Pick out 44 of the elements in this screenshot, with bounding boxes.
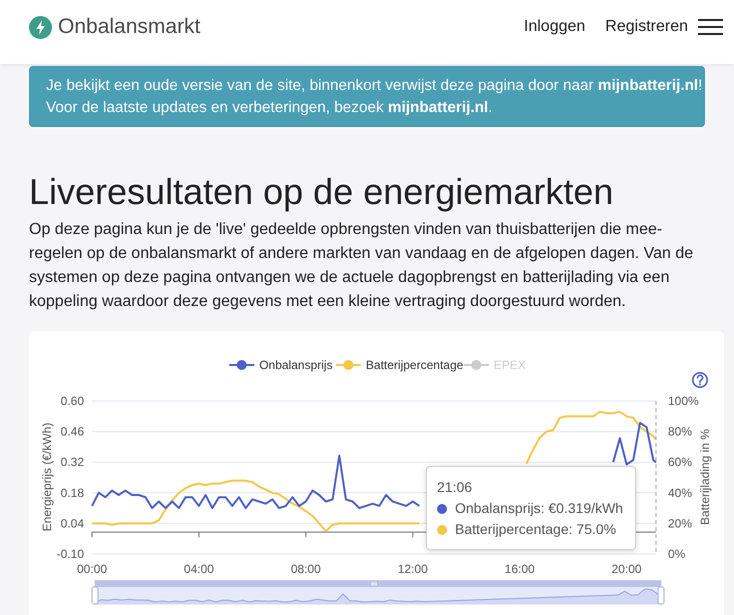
- axis-label: 100%: [668, 394, 699, 408]
- legend-line-icon: [229, 360, 254, 370]
- axis-label: 08:00: [290, 562, 321, 576]
- site-title[interactable]: Onbalansmarkt: [58, 14, 200, 40]
- tooltip-text: Batterijpercentage: 75.0%: [455, 520, 616, 539]
- tooltip-title: 21:06: [437, 478, 474, 497]
- menu-icon[interactable]: [698, 19, 723, 35]
- axis-label: 20:00: [612, 562, 642, 576]
- axis-label: 0.46: [60, 424, 84, 439]
- axis-label: 0%: [668, 547, 686, 561]
- nav-link[interactable]: Inloggen: [524, 17, 586, 37]
- slider-handle[interactable]: [658, 586, 664, 604]
- tooltip-text: Onbalansprijs: €0.319/kWh: [455, 499, 624, 518]
- legend-item[interactable]: Onbalansprijs: [229, 358, 333, 372]
- axis-label: -0.10: [56, 547, 84, 561]
- help-icon[interactable]: [692, 372, 708, 388]
- nav-link[interactable]: Registreren: [605, 17, 688, 37]
- grip-icon: [372, 582, 376, 586]
- intro-text: Op deze pagina kun je de 'live' gedeelde opbrengsten vinden van thuisbatterijen die mee-regelen op de onbalansmarkt of andere markten van vandaag en de afgelopen dagen. Van de systemen op deze pagina ontvangen we de actuele dagopbrengst en batterijlading via een koppeling waardoor deze gegevens met een kleine vertraging doorgestuurd worden.: [29, 220, 694, 312]
- notice-text: Je bekijkt een oude versie van de site, binnenkort verwijst deze pagina door naar mijnbatterij.nl!: [46, 76, 702, 96]
- axis-title: Batterijlading in %: [698, 428, 712, 526]
- axis-label: 0.04: [60, 516, 84, 530]
- axis-title: Energieprijs (€/kWh): [40, 422, 54, 532]
- axis-label: 00:00: [76, 562, 108, 576]
- axis-label: 80%: [668, 424, 692, 439]
- legend-line-icon: [336, 360, 361, 370]
- legend-line-icon: [464, 360, 489, 370]
- legend-label: Batterijpercentage: [366, 358, 464, 372]
- range-slider[interactable]: [92, 580, 664, 604]
- page-heading: Liveresultaten op de energiemarkten: [29, 170, 614, 213]
- notice-text: Voor de laatste updates en verbeteringen, bezoek mijnbatterij.nl.: [46, 98, 492, 118]
- axis-label: 0.32: [60, 455, 84, 470]
- axis-label: 60%: [668, 455, 692, 470]
- legend-item[interactable]: Batterijpercentage: [336, 358, 464, 372]
- axis-label: 12:00: [398, 562, 428, 576]
- axis-label: 04:00: [184, 562, 214, 576]
- axis-label: 16:00: [504, 562, 535, 576]
- slider-handle[interactable]: [92, 586, 98, 604]
- lightning-bolt-icon[interactable]: [29, 16, 52, 38]
- legend-label: Onbalansprijs: [259, 358, 333, 372]
- axis-label: 0.18: [60, 486, 84, 500]
- axis-label: 0.60: [60, 394, 84, 408]
- axis-label: 20%: [668, 516, 692, 530]
- axis-label: 40%: [668, 486, 692, 500]
